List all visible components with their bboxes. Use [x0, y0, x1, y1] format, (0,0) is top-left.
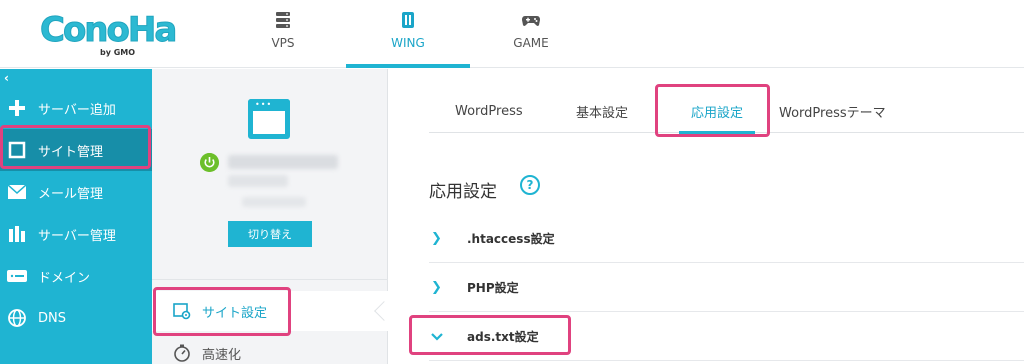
nav-item-server-management[interactable]: サーバー管理: [0, 213, 152, 255]
nav-item-label: サーバー追加: [38, 102, 116, 118]
site-detail-redacted: [228, 175, 288, 187]
site-url-redacted: [242, 197, 306, 207]
mail-icon: [0, 185, 34, 199]
nav-item-label: DNS: [38, 310, 66, 326]
help-icon[interactable]: ?: [520, 175, 540, 195]
power-icon: [200, 153, 219, 172]
accordion-php-settings[interactable]: ❯ PHP設定: [429, 264, 1024, 312]
chevron-right-icon: ❯: [431, 231, 442, 246]
divider: [152, 279, 388, 280]
accordion-label: .htaccess設定: [467, 232, 555, 246]
nav-item-dns[interactable]: DNS: [0, 297, 152, 339]
plus-icon: [0, 99, 34, 117]
wing-icon: [402, 12, 414, 28]
server-icon: [276, 12, 290, 28]
highlight-ads-txt: [409, 315, 571, 355]
service-tab-wing[interactable]: WING: [346, 0, 470, 68]
service-label: WING: [391, 36, 425, 50]
tab-basic-settings[interactable]: 基本設定: [576, 89, 628, 133]
submenu-label: 高速化: [202, 347, 242, 363]
section-title: 応用設定: [429, 182, 497, 202]
accordion-htaccess-settings[interactable]: ❯ .htaccess設定: [429, 215, 1024, 263]
nav-item-domain[interactable]: ドメイン: [0, 255, 152, 297]
gamepad-icon: [522, 16, 540, 26]
tab-wordpress-theme[interactable]: WordPressテーマ: [779, 89, 886, 133]
nav-item-mail-management[interactable]: メール管理: [0, 171, 152, 213]
service-label: VPS: [271, 36, 295, 50]
nav-item-label: メール管理: [38, 186, 104, 202]
app-window-icon: •••: [248, 99, 290, 139]
conoha-logo[interactable]: ConoHa by GMO: [39, 10, 177, 58]
top-header: ConoHa by GMO VPS WING GAME: [0, 0, 1024, 68]
highlight-site-settings: [153, 287, 291, 336]
tab-wordpress[interactable]: WordPress: [455, 89, 523, 133]
logo-wordmark: ConoHa: [39, 10, 177, 51]
nav-item-label: サーバー管理: [38, 228, 116, 244]
stopwatch-icon: [170, 344, 194, 362]
service-label: GAME: [513, 36, 549, 50]
service-tab-vps[interactable]: VPS: [221, 0, 345, 68]
accordion-label: PHP設定: [467, 281, 519, 295]
service-tab-game[interactable]: GAME: [469, 0, 593, 68]
highlight-advanced-tab: [655, 84, 770, 137]
nav-item-add-server[interactable]: サーバー追加: [0, 87, 152, 129]
left-nav: ‹ サーバー追加 サイト管理 メール管理 サーバー管理 ドメイン DNS: [0, 69, 152, 364]
nav-item-label: ドメイン: [38, 270, 91, 286]
switch-site-button[interactable]: 切り替え: [228, 221, 312, 247]
chevron-right-icon: ❯: [431, 280, 442, 295]
logo-byline: by GMO: [100, 48, 136, 57]
server-manage-icon: [0, 225, 34, 243]
globe-icon: [0, 309, 34, 327]
site-name-redacted: [228, 155, 338, 169]
submenu-speed-up[interactable]: 高速化: [152, 333, 388, 364]
domain-icon: [0, 269, 34, 283]
collapse-chevron-icon[interactable]: ‹: [4, 71, 9, 85]
highlight-site-management: [0, 125, 151, 169]
